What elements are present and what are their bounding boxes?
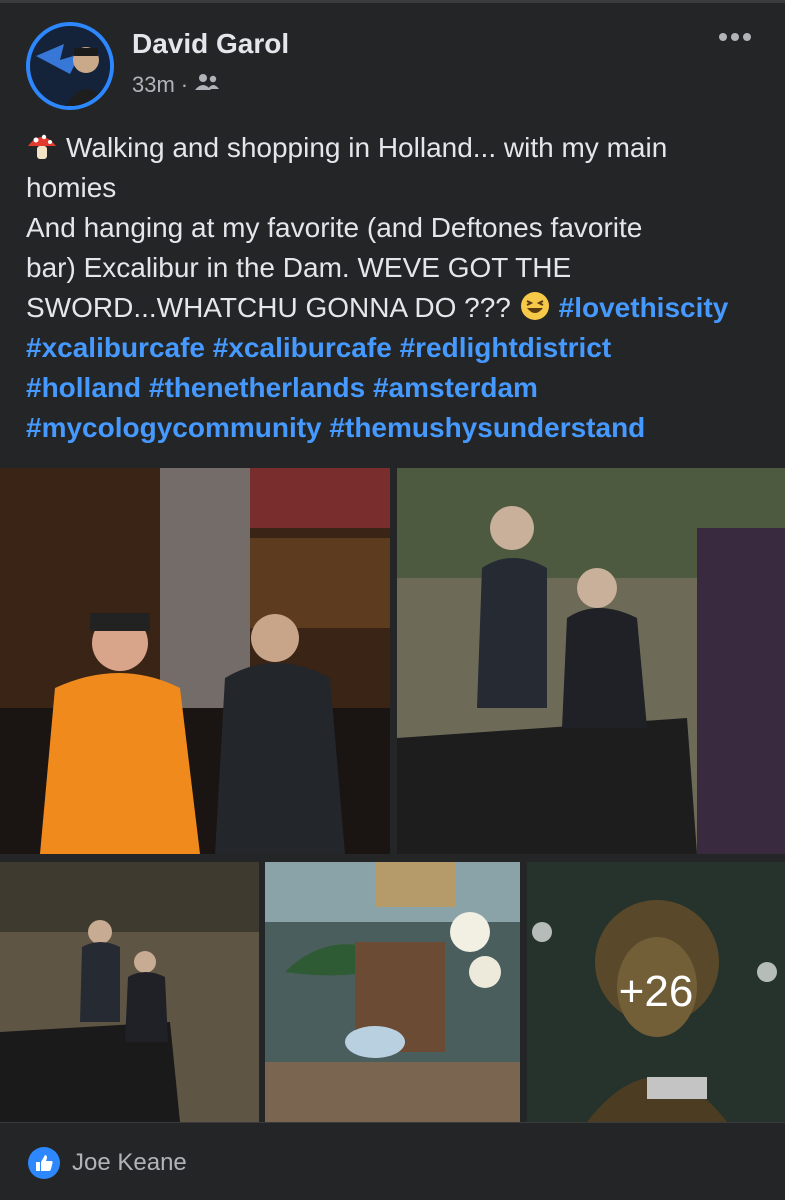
text-line-2: homies	[26, 172, 117, 203]
author-name[interactable]: David Garol	[132, 28, 289, 60]
reactions-bar: Joe Keane	[0, 1122, 785, 1200]
post-meta: 33m ·	[132, 72, 220, 98]
hashtag-redlightdistrict[interactable]: #redlightdistrict	[400, 332, 612, 363]
text-line-7: #holland #thenetherlands #amsterdam	[26, 368, 766, 408]
text-line-5: SWORD...WHATCHU GONNA DO ??? #lovethisci…	[26, 292, 729, 323]
text-line-1: Walking and shopping in Holland... with …	[26, 128, 766, 168]
photo-1-bar[interactable]	[0, 468, 390, 854]
hashtag-xcaliburcafe[interactable]: #xcaliburcafe	[26, 332, 205, 363]
post-timestamp[interactable]: 33m	[132, 72, 175, 98]
more-photos-count[interactable]: +26	[527, 862, 785, 1122]
meta-separator: ·	[180, 72, 189, 97]
friends-icon	[194, 72, 220, 98]
hashtag-thenetherlands[interactable]: #thenetherlands	[149, 372, 365, 403]
hashtag-mycologycommunity[interactable]: #mycologycommunity	[26, 412, 322, 443]
photo-4-fountain[interactable]	[265, 862, 520, 1122]
post-header: David Garol 33m ·	[0, 0, 785, 120]
laughing-face-icon	[520, 292, 549, 320]
text-line-8: #mycologycommunity #themushysunderstand	[26, 408, 766, 448]
hashtag-xcaliburcafe-2[interactable]: #xcaliburcafe	[213, 332, 392, 363]
text-line-4: bar) Excalibur in the Dam. WEVE GOT THE	[26, 252, 572, 283]
post-text: Walking and shopping in Holland... with …	[26, 128, 766, 448]
liker-name[interactable]: Joe Keane	[72, 1149, 187, 1177]
photo-2-shop[interactable]	[397, 468, 785, 854]
hashtag-holland[interactable]: #holland	[26, 372, 141, 403]
like-icon[interactable]	[28, 1147, 60, 1179]
mushroom-icon	[28, 134, 56, 159]
photo-5-medusa[interactable]: +26	[527, 862, 785, 1122]
avatar[interactable]	[26, 22, 114, 110]
hashtag-themushysunderstand[interactable]: #themushysunderstand	[329, 412, 645, 443]
hashtag-lovethiscity[interactable]: #lovethiscity	[559, 292, 729, 323]
photo-3-shop[interactable]	[0, 862, 259, 1122]
more-options-icon[interactable]	[719, 28, 763, 50]
text-line-3: And hanging at my favorite (and Deftones…	[26, 212, 643, 243]
hashtag-amsterdam[interactable]: #amsterdam	[373, 372, 538, 403]
text-line-6: #xcaliburcafe #xcaliburcafe #redlightdis…	[26, 328, 766, 368]
